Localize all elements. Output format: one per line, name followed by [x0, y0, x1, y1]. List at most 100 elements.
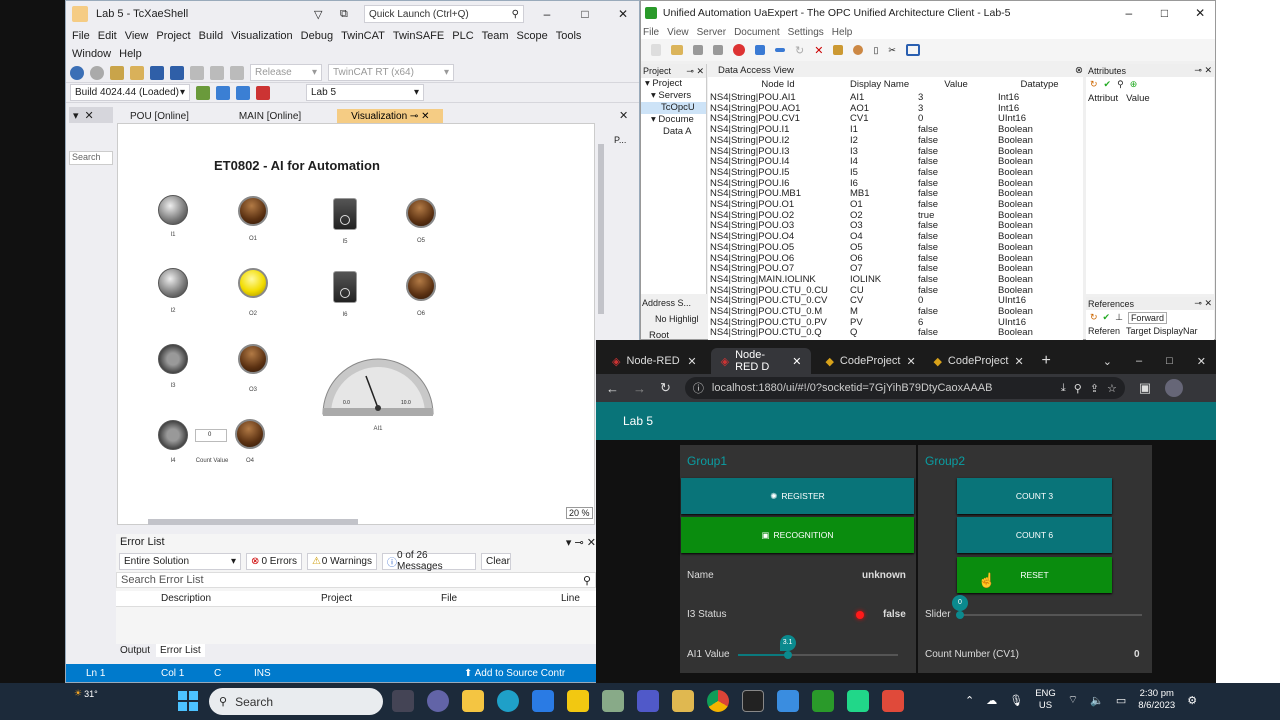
powerbi-icon[interactable] — [567, 690, 589, 712]
build-combo[interactable]: Build 4024.44 (Loaded) ▾ — [70, 84, 190, 101]
table-row[interactable]: NS4|String|POU.CTU_0.Q Qfalse Boolean — [708, 328, 1083, 339]
notepad-icon[interactable] — [882, 690, 904, 712]
table-row[interactable]: NS4|String|POU.AI1 AI1 3 Int16 — [708, 93, 1083, 104]
uaexpert-icon[interactable] — [812, 690, 834, 712]
table-row[interactable]: NS4|String|POU.O4 O4 false Boolean — [708, 232, 1083, 243]
filter-icon[interactable]: ⚲ — [1117, 79, 1124, 90]
filter-icon[interactable]: ▽ — [314, 8, 332, 21]
menu-item-view[interactable]: View — [125, 30, 157, 42]
selector-i4[interactable] — [158, 420, 188, 450]
close-tab-icon[interactable]: ✕ — [906, 355, 915, 368]
menu-item-tools[interactable]: Tools — [556, 30, 590, 42]
add-icon[interactable]: ⊕ — [1130, 79, 1138, 90]
restart-icon[interactable] — [216, 85, 230, 100]
file-explorer-icon[interactable] — [462, 690, 484, 712]
zoom-indicator[interactable]: 20 % — [566, 507, 593, 519]
close-tab-icon[interactable]: ✕ — [1014, 355, 1023, 368]
side-panel-icon[interactable]: ▣ — [1139, 380, 1151, 396]
error-search-input[interactable]: Search Error List ⚲ — [116, 572, 596, 588]
refresh-icon[interactable]: ↻ — [1090, 79, 1098, 90]
chrome-icon[interactable] — [707, 690, 729, 712]
user-icon[interactable] — [853, 45, 864, 55]
tab-visualization[interactable]: Visualization ⊸ ✕ — [337, 108, 444, 124]
cut-icon[interactable] — [190, 65, 204, 80]
game-icon[interactable] — [602, 690, 624, 712]
clear-button[interactable]: Clear — [481, 552, 511, 570]
ua-menu-file[interactable]: File — [643, 27, 659, 38]
menu-item-debug[interactable]: Debug — [301, 30, 341, 42]
table-row[interactable]: NS4|String|POU.O6 O6 false Boolean — [708, 254, 1083, 265]
taskbar-search[interactable]: ⚲ Search — [209, 688, 383, 715]
tab-pou[interactable]: POU [Online] — [116, 109, 203, 124]
ua-menu-document[interactable]: Document — [734, 27, 780, 38]
runtime-combo[interactable]: TwinCAT RT (x64) ▾ — [328, 64, 454, 81]
table-row[interactable]: NS4|String|POU.MB1 MB1 false Boolean — [708, 189, 1083, 200]
col-line[interactable]: Line — [561, 593, 580, 604]
button-i1[interactable] — [158, 195, 188, 225]
col-description[interactable]: Description — [161, 593, 321, 604]
battery-icon[interactable]: ▭ — [1116, 694, 1126, 707]
tree-servers[interactable]: ▾ Servers — [641, 90, 706, 102]
language-indicator[interactable]: ENG US — [1035, 688, 1056, 712]
install-icon[interactable]: ⤓ — [1061, 382, 1066, 395]
ua-close-button[interactable]: ✕ — [1185, 2, 1215, 24]
table-row[interactable]: NS4|String|POU.I1 I1 false Boolean — [708, 125, 1083, 136]
menu-item-plc[interactable]: PLC — [452, 30, 481, 42]
errors-filter-button[interactable]: ⊗ 0 Errors — [246, 552, 302, 570]
settings-icon[interactable] — [713, 45, 723, 55]
tab-main[interactable]: MAIN [Online] — [225, 109, 315, 124]
activate-config-icon[interactable] — [196, 85, 210, 100]
count3-button[interactable]: COUNT 3 — [957, 478, 1112, 514]
slider-thumb[interactable] — [956, 611, 964, 619]
info-icon[interactable]: ⓘ — [693, 380, 704, 396]
menu-item-scope[interactable]: Scope — [517, 30, 556, 42]
table-row[interactable]: NS4|String|POU.I4 I4 false Boolean — [708, 157, 1083, 168]
table-row[interactable]: NS4|String|POU.AO1 AO1 3 Int16 — [708, 104, 1083, 115]
tab-output[interactable]: Output — [116, 644, 154, 657]
bookmark-icon[interactable]: ☆ — [1107, 382, 1125, 395]
no-highlight-combo[interactable]: No Highligl — [655, 314, 699, 324]
open-icon[interactable] — [130, 65, 144, 80]
selector-i3[interactable] — [158, 344, 188, 374]
wrench-icon[interactable] — [833, 45, 844, 55]
menu-item-window[interactable]: Window — [72, 48, 119, 60]
start-icon[interactable] — [178, 691, 198, 711]
tree-documents[interactable]: ▾ Docume — [641, 114, 706, 126]
table-row[interactable]: NS4|String|POU.CV1 CV1 0 UInt16 — [708, 114, 1083, 125]
h-scrollbar[interactable] — [148, 519, 358, 525]
profile-avatar[interactable] — [1165, 379, 1184, 397]
check-icon[interactable]: ✔ — [1104, 79, 1112, 90]
new-tab-button[interactable]: + — [1031, 348, 1060, 374]
register-button[interactable]: ✺ REGISTER — [681, 478, 914, 514]
menu-item-file[interactable]: File — [72, 30, 98, 42]
table-row[interactable]: NS4|String|POU.O5 O5 false Boolean — [708, 243, 1083, 254]
wifi-icon[interactable]: ⌔ — [1068, 693, 1078, 707]
tree-icon[interactable]: ⊥ — [1115, 312, 1123, 323]
refresh-icon[interactable]: ↻ — [1090, 312, 1098, 323]
cut-icon[interactable]: ✂ — [888, 45, 896, 56]
menu-item-project[interactable]: Project — [156, 30, 198, 42]
tab-search-icon[interactable]: ⌄ — [1093, 348, 1122, 374]
quick-launch-input[interactable]: Quick Launch (Ctrl+Q) ⚲ — [364, 5, 524, 23]
side-panel-label[interactable]: P... — [614, 135, 626, 145]
button-i2[interactable] — [158, 268, 188, 298]
tree-data-access[interactable]: Data A — [641, 126, 706, 138]
edge-icon[interactable] — [497, 690, 519, 712]
ua-menu-settings[interactable]: Settings — [788, 27, 824, 38]
menu-item-help[interactable]: Help — [119, 48, 150, 60]
tab-error-list[interactable]: Error List — [156, 644, 205, 657]
table-row[interactable]: NS4|String|POU.I3 I3 false Boolean — [708, 147, 1083, 158]
document-icon[interactable]: ▯ — [873, 45, 878, 56]
window-icon[interactable] — [905, 44, 920, 56]
back-icon[interactable] — [70, 65, 84, 80]
chrome-minimize-button[interactable]: – — [1126, 348, 1152, 374]
ua-menu-view[interactable]: View — [667, 27, 689, 38]
col-datatype[interactable]: Datatype — [996, 77, 1083, 93]
new-project-icon[interactable] — [110, 65, 124, 80]
back-icon[interactable]: ← — [606, 381, 619, 396]
teams-chat-icon[interactable] — [427, 690, 449, 712]
forward-icon[interactable] — [90, 65, 104, 80]
table-row[interactable]: NS4|String|POU.I5 I5 false Boolean — [708, 168, 1083, 179]
refresh-icon[interactable]: ↻ — [795, 44, 804, 57]
ua-maximize-button[interactable]: □ — [1150, 2, 1180, 24]
